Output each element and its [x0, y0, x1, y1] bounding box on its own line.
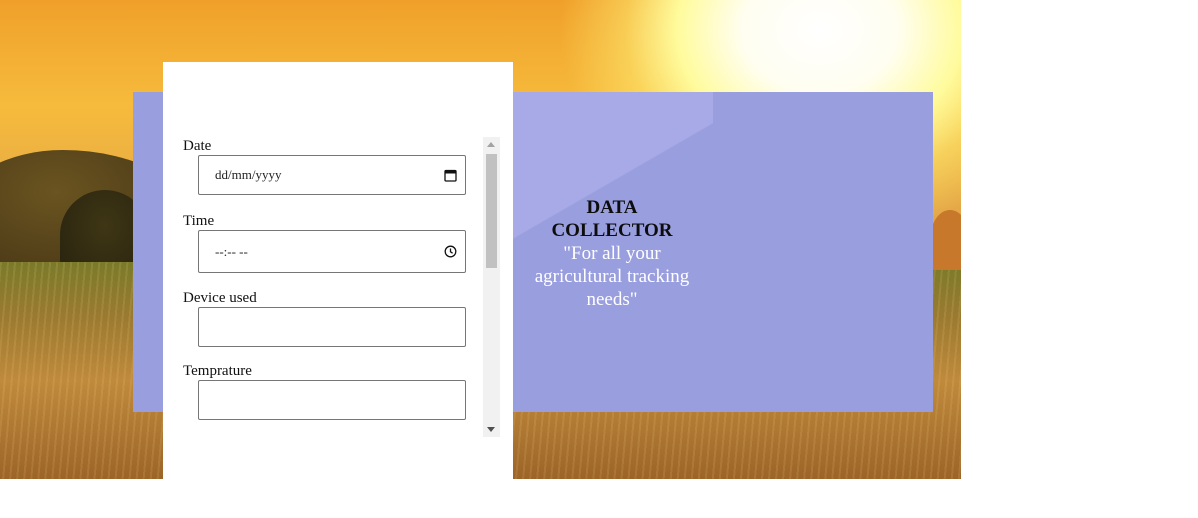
- time-label: Time: [183, 213, 215, 229]
- temperature-label: Temprature: [183, 363, 252, 379]
- data-entry-panel: Date dd/mm/yyyy Time --:-- -- Device use…: [163, 62, 513, 479]
- date-input[interactable]: dd/mm/yyyy: [198, 155, 466, 195]
- device-used-input[interactable]: [198, 307, 466, 347]
- brand-block: DATA COLLECTOR "For all your agricultura…: [532, 196, 692, 311]
- date-placeholder: dd/mm/yyyy: [215, 167, 282, 182]
- scroll-up-icon[interactable]: [487, 142, 495, 147]
- distant-trees: [930, 210, 961, 270]
- date-label: Date: [183, 138, 212, 154]
- form-scroll-area[interactable]: Date dd/mm/yyyy Time --:-- -- Device use…: [163, 138, 499, 436]
- scroll-down-icon[interactable]: [487, 427, 495, 432]
- temperature-input[interactable]: [198, 380, 466, 420]
- brand-tagline: "For all your agricultural tracking need…: [534, 243, 690, 310]
- form-scrollbar[interactable]: [483, 137, 500, 437]
- time-placeholder: --:-- --: [215, 243, 248, 259]
- device-label: Device used: [183, 290, 257, 306]
- scrollbar-thumb[interactable]: [486, 154, 497, 268]
- time-input[interactable]: --:-- --: [198, 230, 466, 273]
- calendar-icon[interactable]: [435, 156, 465, 194]
- clock-icon[interactable]: [435, 231, 465, 272]
- brand-title: DATA COLLECTOR: [551, 197, 673, 241]
